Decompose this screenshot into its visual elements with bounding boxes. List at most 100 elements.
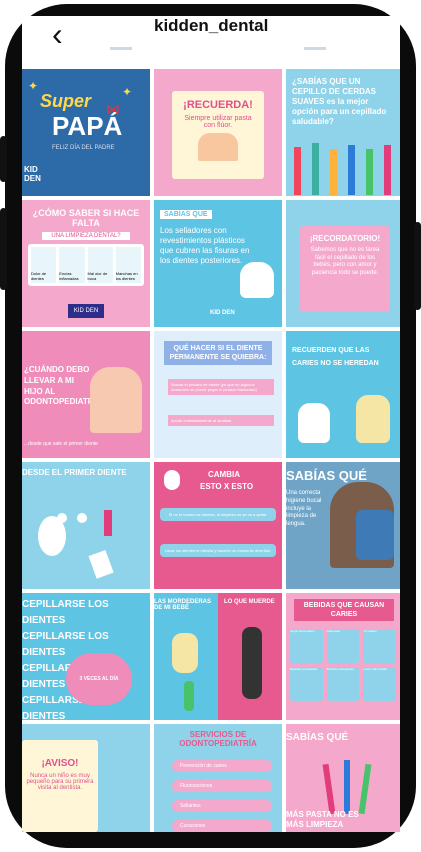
top-bar: ‹ kidden_dental: [22, 16, 400, 68]
cactus-icon: [184, 681, 194, 711]
post-tile[interactable]: Super PAPÁ FELIZ DÍA DEL PADRE KID DEN ✦…: [22, 69, 150, 196]
post-text: DESDE EL PRIMER DIENTE: [22, 468, 127, 477]
post-tile[interactable]: RECUERDEN QUE LAS CARIES NO SE HEREDAN: [286, 331, 400, 458]
service-item: Fluorizaciones: [172, 780, 272, 792]
tab-indicator: [110, 47, 132, 50]
toothbrushes-illustration: [294, 143, 391, 195]
post-heading: CAMBIA: [208, 470, 240, 479]
post-tag: SABÍAS QUÉ: [286, 468, 367, 483]
symptom-card: Dolor de dientes: [31, 247, 57, 283]
post-tile[interactable]: CAMBIA ESTO X ESTO Si no te tomas los di…: [154, 462, 282, 589]
drink-card: Jugos procesados: [290, 629, 323, 663]
post-heading: BEBIDAS QUE CAUSAN CARIES: [294, 599, 394, 622]
drink-card: Bebidas energéticas: [326, 667, 360, 701]
steps-illustration: [38, 510, 114, 579]
post-tile[interactable]: ¿CUÁNDO DEBO LLEVAR A MI HIJO AL ODONTOP…: [22, 331, 150, 458]
brand-logo: KID DEN: [24, 165, 41, 183]
symptom-card: Encías inflamadas: [59, 247, 85, 283]
post-text: Los selladores con revestimientos plásti…: [160, 226, 250, 265]
child-shirt: [356, 510, 394, 560]
post-tile[interactable]: SABÍAS QUÉ MÁS PASTA NO ES MÁS LIMPIEZA: [286, 724, 400, 832]
service-item: Curaciones: [172, 820, 272, 832]
post-grid: Super PAPÁ FELIZ DÍA DEL PADRE KID DEN ✦…: [22, 69, 400, 832]
family-illustration: [198, 133, 238, 161]
badge: 3 VECES AL DÍA: [66, 653, 132, 705]
post-tile[interactable]: ¡RECORDATORIO! Sabemos que no es tarea f…: [286, 200, 400, 327]
drinks-grid: Jugos procesados Gaseosas Té helado Bebi…: [290, 629, 396, 701]
post-tile[interactable]: ¿SABÍAS QUE UN CEPILLO DE CERDAS SUAVES …: [286, 69, 400, 196]
drink-card: Bebidas azucaradas: [290, 667, 323, 701]
post-tag: SABÍAS QUE: [160, 210, 212, 219]
bowtie-icon: ⋈: [106, 101, 120, 117]
post-heading: ESTO X ESTO: [200, 482, 254, 491]
post-subtitle: FELIZ DÍA DEL PADRE: [52, 145, 115, 151]
kid-illustration: [164, 470, 180, 490]
post-text: ¿CUÁNDO DEBO LLEVAR A MI HIJO AL ODONTOP…: [24, 365, 105, 407]
note-card: ¡RECUERDA! Siempre utilizar pasta con fl…: [172, 91, 264, 179]
post-tile[interactable]: DESDE EL PRIMER DIENTE: [22, 462, 150, 589]
remote-control-icon: [242, 627, 262, 699]
brand-logo: KID DEN: [210, 310, 235, 316]
drink-card: Gaseosas: [326, 629, 360, 663]
post-tile[interactable]: SABÍAS QUE Los selladores con revestimie…: [154, 200, 282, 327]
post-heading: SERVICIOS DE ODONTOPEDIATRÍA: [179, 730, 257, 748]
post-text: Nunca un niño es muy pequeño para su pri…: [26, 773, 94, 791]
symptom-card: Mal olor de boca: [87, 247, 113, 283]
post-tile[interactable]: SABÍAS QUÉ Una correcta higiene bucal in…: [286, 462, 400, 589]
power-button: [414, 222, 421, 310]
service-item: Sellantes: [172, 800, 272, 812]
toothbrushes-illustration: [322, 760, 372, 814]
profile-username: kidden_dental: [154, 16, 269, 35]
volume-button: [0, 136, 7, 182]
mother-baby-illustration: [90, 367, 142, 433]
instagram-profile-screen: ‹ kidden_dental Super PAPÁ FELIZ DÍA DEL…: [22, 16, 400, 832]
post-heading: ¡RECUERDA!: [183, 99, 253, 111]
tip-card: Lavar los dientes en familia y hacerlo u…: [160, 544, 276, 557]
chevron-left-icon[interactable]: ‹: [52, 18, 63, 50]
tooth-icon: [240, 262, 274, 298]
post-tile[interactable]: ¿CÓMO SABER SI HACE FALTA UNA LIMPIEZA D…: [22, 200, 150, 327]
post-tile[interactable]: BEBIDAS QUE CAUSAN CARIES Jugos procesad…: [286, 593, 400, 720]
brand-logo: KID DEN: [68, 304, 104, 318]
post-heading: QUÉ HACER SI EL DIENTE PERMANENTE SE QUI…: [164, 341, 272, 366]
happy-tooth-icon: [298, 403, 330, 443]
post-text: Sabemos que no es tarea fácil el cepilla…: [310, 247, 380, 276]
post-tile[interactable]: QUÉ HACER SI EL DIENTE PERMANENTE SE QUI…: [154, 331, 282, 458]
post-tile[interactable]: SERVICIOS DE ODONTOPEDIATRÍA Prevención …: [154, 724, 282, 832]
post-text: ¿SABÍAS QUE UN CEPILLO DE CERDAS SUAVES …: [292, 77, 387, 126]
symptom-cards: Dolor de dientes Encías inflamadas Mal o…: [28, 244, 144, 286]
post-text: Siempre utilizar pasta con flúor.: [184, 115, 252, 129]
post-text: MÁS PASTA NO ES MÁS LIMPIEZA: [286, 810, 359, 830]
symptom-card: Manchas en los dientes: [115, 247, 141, 283]
service-item: Prevención de caries: [172, 760, 272, 772]
post-heading: ¡RECORDATORIO!: [309, 234, 381, 243]
post-text: LAS MORDEDERAS DE MI BEBÉ: [154, 599, 212, 611]
post-tile[interactable]: ¡AVISO! Nunca un niño es muy pequeño par…: [22, 724, 150, 832]
tip-card: Si no te tomas los dientes, la limpieza …: [160, 508, 276, 521]
post-tile[interactable]: CEPILLARSE LOS DIENTES CEPILLARSE LOS DI…: [22, 593, 150, 720]
note-card: ¡AVISO! Nunca un niño es muy pequeño par…: [22, 740, 98, 832]
teether-icon: [172, 633, 198, 673]
post-tile[interactable]: LAS MORDEDERAS DE MI BEBÉ LO QUE MUERDE: [154, 593, 282, 720]
post-subtitle: UNA LIMPIEZA DENTAL?: [42, 232, 130, 240]
tab-indicator: [304, 47, 326, 50]
note-card: ¡RECORDATORIO! Sabemos que no es tarea f…: [300, 226, 390, 312]
post-tile[interactable]: ¡RECUERDA! Siempre utilizar pasta con fl…: [154, 69, 282, 196]
star-icon: ✦: [122, 85, 133, 99]
sad-tooth-icon: [356, 395, 390, 443]
post-heading: ¿CÓMO SABER SI HACE FALTA: [32, 208, 140, 228]
step-card: Buscar el pedazo de diente (ya que en al…: [168, 379, 274, 395]
post-text: RECUERDEN QUE LAS CARIES NO SE HEREDAN: [292, 347, 379, 367]
post-footnote: ...desde que sale el primer diente: [24, 441, 98, 447]
post-heading: Super: [40, 91, 92, 111]
step-card: Acudir inmediatamente al dentista: [168, 415, 274, 426]
post-text: Una correcta higiene bucal incluye la li…: [286, 490, 322, 528]
repeat-line: CEPILLARSE LOS DIENTES: [22, 599, 109, 626]
drink-card: Leche saborizada: [363, 667, 396, 701]
post-text: LO QUE MUERDE: [224, 599, 275, 605]
star-icon: ✦: [28, 79, 39, 93]
post-tag: SABÍAS QUÉ: [286, 732, 349, 743]
volume-button: [0, 208, 7, 290]
drink-card: Té helado: [363, 629, 396, 663]
post-heading: ¡AVISO!: [41, 758, 79, 769]
